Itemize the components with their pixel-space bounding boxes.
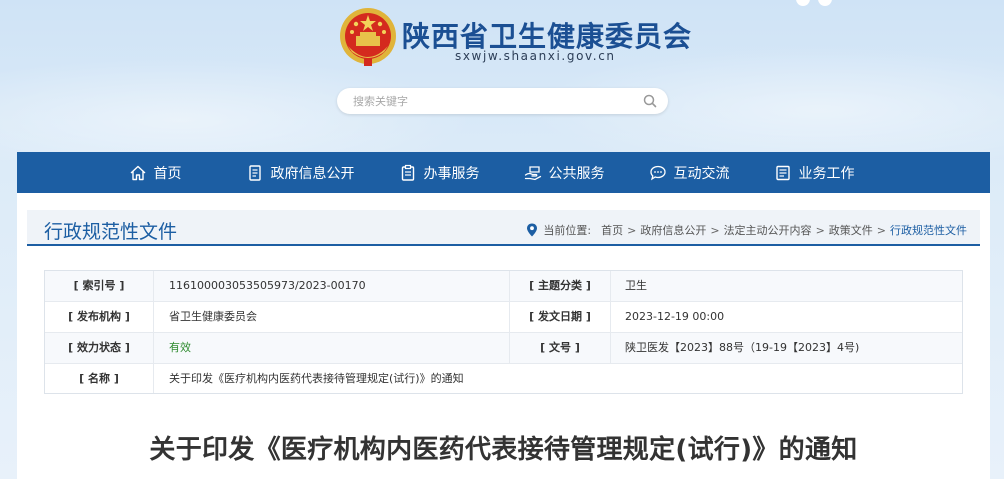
- nav-item-services[interactable]: 办事服务: [399, 163, 524, 183]
- index-value: 116100003053505973/2023-00170: [154, 271, 510, 301]
- breadcrumb-separator: >: [710, 223, 720, 237]
- publisher-value: 省卫生健康委员会: [154, 302, 510, 332]
- nav-label: 办事服务: [423, 165, 480, 182]
- search-icon[interactable]: [642, 93, 658, 109]
- breadcrumb-label: 当前位置:: [543, 224, 592, 237]
- nav-item-interaction[interactable]: 互动交流: [649, 163, 774, 183]
- breadcrumb-home[interactable]: 首页: [601, 222, 623, 238]
- nav-label: 业务工作: [798, 165, 855, 182]
- topic-value: 卫生: [625, 279, 647, 292]
- index-label: [ 索引号 ]: [45, 271, 154, 301]
- docno-value: 陕卫医发【2023】88号（19-19【2023】4号): [625, 341, 860, 354]
- date-value: 2023-12-19 00:00: [625, 310, 725, 323]
- nav-label: 互动交流: [673, 165, 730, 182]
- topic-label: [ 主题分类 ]: [510, 271, 611, 301]
- breadcrumb-statutory[interactable]: 法定主动公开内容: [724, 222, 812, 238]
- site-title: 陕西省卫生健康委员会: [402, 20, 693, 53]
- table-row: [ 效力状态 ] 有效 [ 文号 ] 陕卫医发【2023】88号（19-19【2…: [45, 333, 962, 364]
- breadcrumb-separator: >: [876, 223, 886, 237]
- clipboard-icon: [401, 164, 414, 181]
- document-title: 关于印发《医疗机构内医药代表接待管理规定(试行)》的通知: [149, 435, 858, 465]
- location-pin-icon: [527, 223, 538, 237]
- nav-label: 首页: [153, 165, 182, 182]
- section-header: 行政规范性文件 当前位置: 首页 > 政府信息公开 > 法定主动公开内容 > 政…: [27, 210, 980, 246]
- search-input[interactable]: [353, 94, 642, 108]
- document-metadata-table: [ 索引号 ] 116100003053505973/2023-00170 [ …: [44, 270, 963, 394]
- docno-label: [ 文号 ]: [510, 333, 611, 363]
- status-label: [ 效力状态 ]: [45, 333, 154, 363]
- date-label: [ 发文日期 ]: [510, 302, 611, 332]
- table-row: [ 名称 ] 关于印发《医疗机构内医药代表接待管理规定(试行)》的通知: [45, 364, 962, 393]
- search-box[interactable]: [337, 88, 668, 114]
- breadcrumb-current[interactable]: 行政规范性文件: [890, 222, 967, 238]
- folder-icon: [775, 165, 790, 180]
- breadcrumb: 当前位置: 首页 > 政府信息公开 > 法定主动公开内容 > 政策文件 > 行政…: [526, 222, 967, 238]
- site-header: 陕西省卫生健康委员会 sxwjw.shaanxi.gov.cn: [0, 0, 1004, 150]
- table-row: [ 发布机构 ] 省卫生健康委员会 [ 发文日期 ] 2023-12-19 00…: [45, 302, 962, 333]
- status-value: 有效: [154, 333, 510, 363]
- nav-item-business[interactable]: 业务工作: [774, 163, 855, 183]
- main-nav: 首页 政府信息公开 办事服务 公共服务 互动交流 业务工作: [17, 152, 990, 193]
- national-emblem-icon: [340, 8, 396, 66]
- breadcrumb-separator: >: [815, 223, 825, 237]
- nav-item-home[interactable]: 首页: [129, 163, 246, 183]
- publisher-label: [ 发布机构 ]: [45, 302, 154, 332]
- nav-item-gov-info[interactable]: 政府信息公开: [246, 163, 399, 183]
- table-row: [ 索引号 ] 116100003053505973/2023-00170 [ …: [45, 271, 962, 302]
- breadcrumb-separator: >: [627, 223, 637, 237]
- section-title: 行政规范性文件: [44, 222, 178, 243]
- name-value: 关于印发《医疗机构内医药代表接待管理规定(试行)》的通知: [169, 372, 464, 385]
- breadcrumb-gov-info[interactable]: 政府信息公开: [640, 222, 706, 238]
- nav-label: 公共服务: [548, 165, 605, 182]
- hands-icon: [524, 165, 541, 180]
- chat-icon: [649, 165, 666, 180]
- breadcrumb-policy[interactable]: 政策文件: [829, 222, 873, 238]
- home-icon: [130, 165, 145, 180]
- nav-item-public-services[interactable]: 公共服务: [524, 163, 649, 183]
- site-domain: sxwjw.shaanxi.gov.cn: [455, 49, 616, 63]
- name-label: [ 名称 ]: [45, 364, 154, 393]
- main-content: 行政规范性文件 当前位置: 首页 > 政府信息公开 > 法定主动公开内容 > 政…: [17, 193, 990, 479]
- document-icon: [248, 164, 261, 181]
- nav-label: 政府信息公开: [270, 165, 355, 182]
